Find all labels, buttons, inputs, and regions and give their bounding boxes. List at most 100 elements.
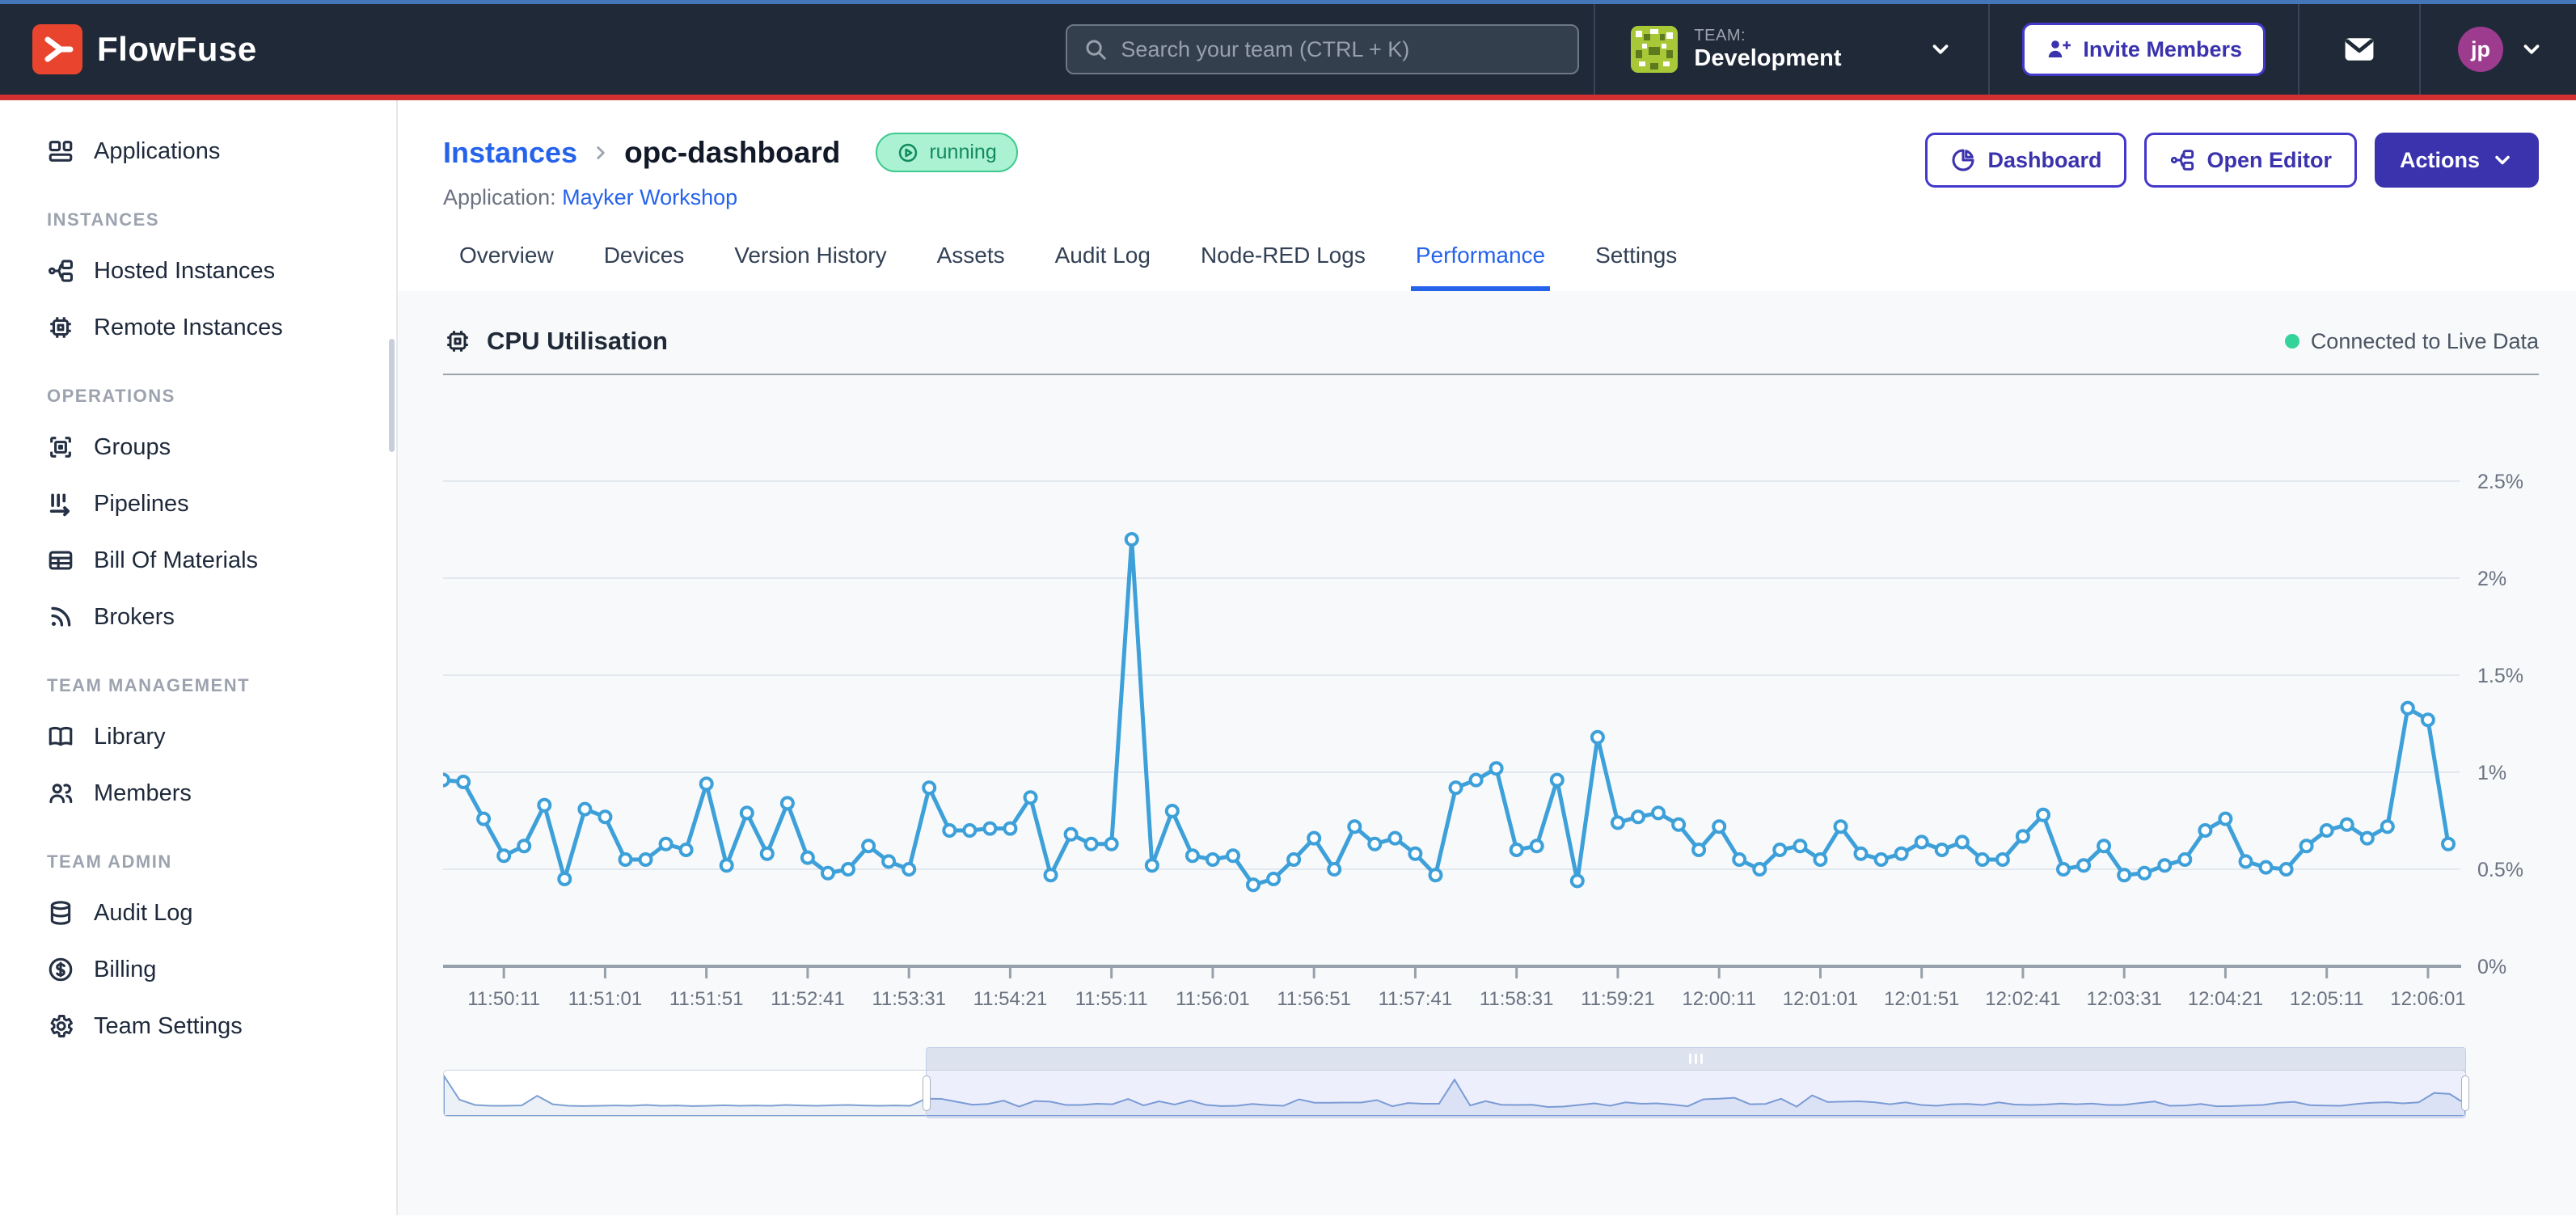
team-selector[interactable]: TEAM: Development — [1610, 26, 1974, 73]
rss-icon — [47, 603, 74, 631]
open-editor-button-label: Open Editor — [2206, 148, 2332, 173]
svg-text:12:03:31: 12:03:31 — [2086, 988, 2161, 1010]
application-line: Application: Mayker Workshop — [443, 185, 1018, 210]
search-icon — [1083, 37, 1108, 61]
invite-members-label: Invite Members — [2083, 37, 2242, 62]
chevron-right-icon — [590, 142, 611, 163]
branch-icon — [47, 257, 74, 285]
open-editor-button[interactable]: Open Editor — [2144, 133, 2357, 188]
database-icon — [47, 899, 74, 927]
grip-icon — [1695, 1054, 1697, 1064]
sidebar-item-label: Applications — [94, 138, 220, 165]
svg-text:11:55:11: 11:55:11 — [1075, 988, 1148, 1010]
sidebar-item-label: Remote Instances — [94, 315, 283, 341]
chart-title: CPU Utilisation — [443, 327, 668, 356]
chart-title-text: CPU Utilisation — [487, 327, 668, 356]
sidebar-item-label: Billing — [94, 957, 156, 983]
svg-text:11:51:01: 11:51:01 — [568, 988, 643, 1010]
sidebar-item-label: Audit Log — [94, 900, 193, 927]
tab-overview[interactable]: Overview — [454, 243, 559, 291]
pie-chart-icon — [1950, 147, 1976, 173]
sidebar-item-label: Brokers — [94, 604, 175, 631]
svg-text:2.5%: 2.5% — [2477, 471, 2523, 493]
svg-text:11:59:21: 11:59:21 — [1581, 988, 1655, 1010]
performance-panel: CPU Utilisation Connected to Live Data 0… — [398, 291, 2576, 1215]
nav-divider — [2419, 4, 2421, 95]
sidebar-item-label: Hosted Instances — [94, 258, 275, 285]
sidebar-scrollbar[interactable] — [389, 339, 395, 452]
sidebar-section-team-admin: TEAM ADMIN — [0, 839, 396, 885]
minimap-drag-bar[interactable] — [927, 1048, 2465, 1071]
search-input[interactable] — [1121, 37, 1561, 62]
svg-text:12:04:21: 12:04:21 — [2188, 988, 2263, 1010]
minimap-selection[interactable] — [926, 1047, 2466, 1118]
sidebar-item-bill-of-materials[interactable]: Bill Of Materials — [0, 532, 396, 589]
sidebar-item-members[interactable]: Members — [0, 765, 396, 822]
svg-text:12:01:51: 12:01:51 — [1884, 988, 1959, 1010]
chip-icon — [47, 314, 74, 341]
breadcrumb-instances-link[interactable]: Instances — [443, 136, 577, 170]
sidebar-item-hosted-instances[interactable]: Hosted Instances — [0, 243, 396, 299]
tab-audit-log[interactable]: Audit Log — [1050, 243, 1155, 291]
users-icon — [47, 779, 74, 807]
book-icon — [47, 723, 74, 750]
brand-name: FlowFuse — [97, 30, 257, 69]
applications-icon — [47, 137, 74, 165]
play-circle-icon — [897, 142, 919, 164]
sidebar-item-remote-instances[interactable]: Remote Instances — [0, 299, 396, 356]
sidebar-item-library[interactable]: Library — [0, 708, 396, 765]
sidebar-item-audit-log[interactable]: Audit Log — [0, 885, 396, 941]
invite-members-button[interactable]: Invite Members — [2022, 23, 2266, 76]
node-red-flow-icon — [2169, 147, 2195, 173]
sidebar-item-applications[interactable]: Applications — [0, 123, 396, 180]
user-menu[interactable]: jp — [2435, 27, 2552, 72]
sidebar-item-label: Team Settings — [94, 1013, 243, 1040]
svg-text:11:54:21: 11:54:21 — [973, 988, 1048, 1010]
tab-assets[interactable]: Assets — [932, 243, 1010, 291]
sidebar-item-billing[interactable]: Billing — [0, 941, 396, 998]
sidebar-item-team-settings[interactable]: Team Settings — [0, 998, 396, 1054]
dashboard-button[interactable]: Dashboard — [1925, 133, 2126, 188]
tab-node-red-logs[interactable]: Node-RED Logs — [1196, 243, 1370, 291]
sidebar-item-label: Pipelines — [94, 491, 189, 518]
actions-button[interactable]: Actions — [2375, 133, 2539, 188]
user-avatar: jp — [2458, 27, 2503, 72]
sidebar-item-label: Bill Of Materials — [94, 547, 258, 574]
svg-text:11:51:51: 11:51:51 — [669, 988, 744, 1010]
team-search[interactable] — [1066, 24, 1579, 74]
svg-text:11:52:41: 11:52:41 — [771, 988, 845, 1010]
chevron-down-icon — [2519, 37, 2544, 61]
dollar-circle-icon — [47, 956, 74, 983]
sidebar-item-label: Members — [94, 780, 192, 807]
sidebar-item-brokers[interactable]: Brokers — [0, 589, 396, 645]
sidebar-item-label: Groups — [94, 434, 171, 461]
minimap-right-handle[interactable] — [2461, 1075, 2469, 1111]
notifications-button[interactable] — [2314, 32, 2405, 67]
tab-performance[interactable]: Performance — [1411, 243, 1550, 291]
svg-text:11:50:11: 11:50:11 — [467, 988, 540, 1010]
cpu-utilisation-chart: 0%0.5%1%1.5%2%2.5%11:50:1111:51:0111:51:… — [443, 388, 2539, 1013]
sidebar: Applications INSTANCES Hosted Instances … — [0, 100, 398, 1215]
svg-text:11:56:01: 11:56:01 — [1176, 988, 1250, 1010]
sidebar-item-groups[interactable]: Groups — [0, 419, 396, 475]
svg-text:1%: 1% — [2477, 762, 2506, 784]
tab-devices[interactable]: Devices — [599, 243, 690, 291]
chevron-down-icon — [1928, 37, 1953, 61]
dashboard-button-label: Dashboard — [1987, 148, 2101, 173]
chevron-down-icon — [2491, 149, 2514, 171]
grip-icon — [1700, 1054, 1703, 1064]
sidebar-item-pipelines[interactable]: Pipelines — [0, 475, 396, 532]
flowfuse-logo[interactable]: FlowFuse — [32, 24, 257, 74]
team-name: Development — [1694, 45, 1841, 72]
nav-divider — [2298, 4, 2299, 95]
svg-text:0.5%: 0.5% — [2477, 859, 2523, 881]
sidebar-item-label: Library — [94, 724, 166, 750]
status-badge: running — [876, 133, 1017, 172]
tab-version-history[interactable]: Version History — [729, 243, 891, 291]
mail-icon — [2342, 32, 2377, 67]
minimap-left-handle[interactable] — [923, 1075, 931, 1111]
application-link[interactable]: Mayker Workshop — [562, 185, 737, 209]
main-content: Instances opc-dashboard running Applicat… — [398, 100, 2576, 1215]
nav-divider — [1988, 4, 1990, 95]
tab-settings[interactable]: Settings — [1590, 243, 1682, 291]
